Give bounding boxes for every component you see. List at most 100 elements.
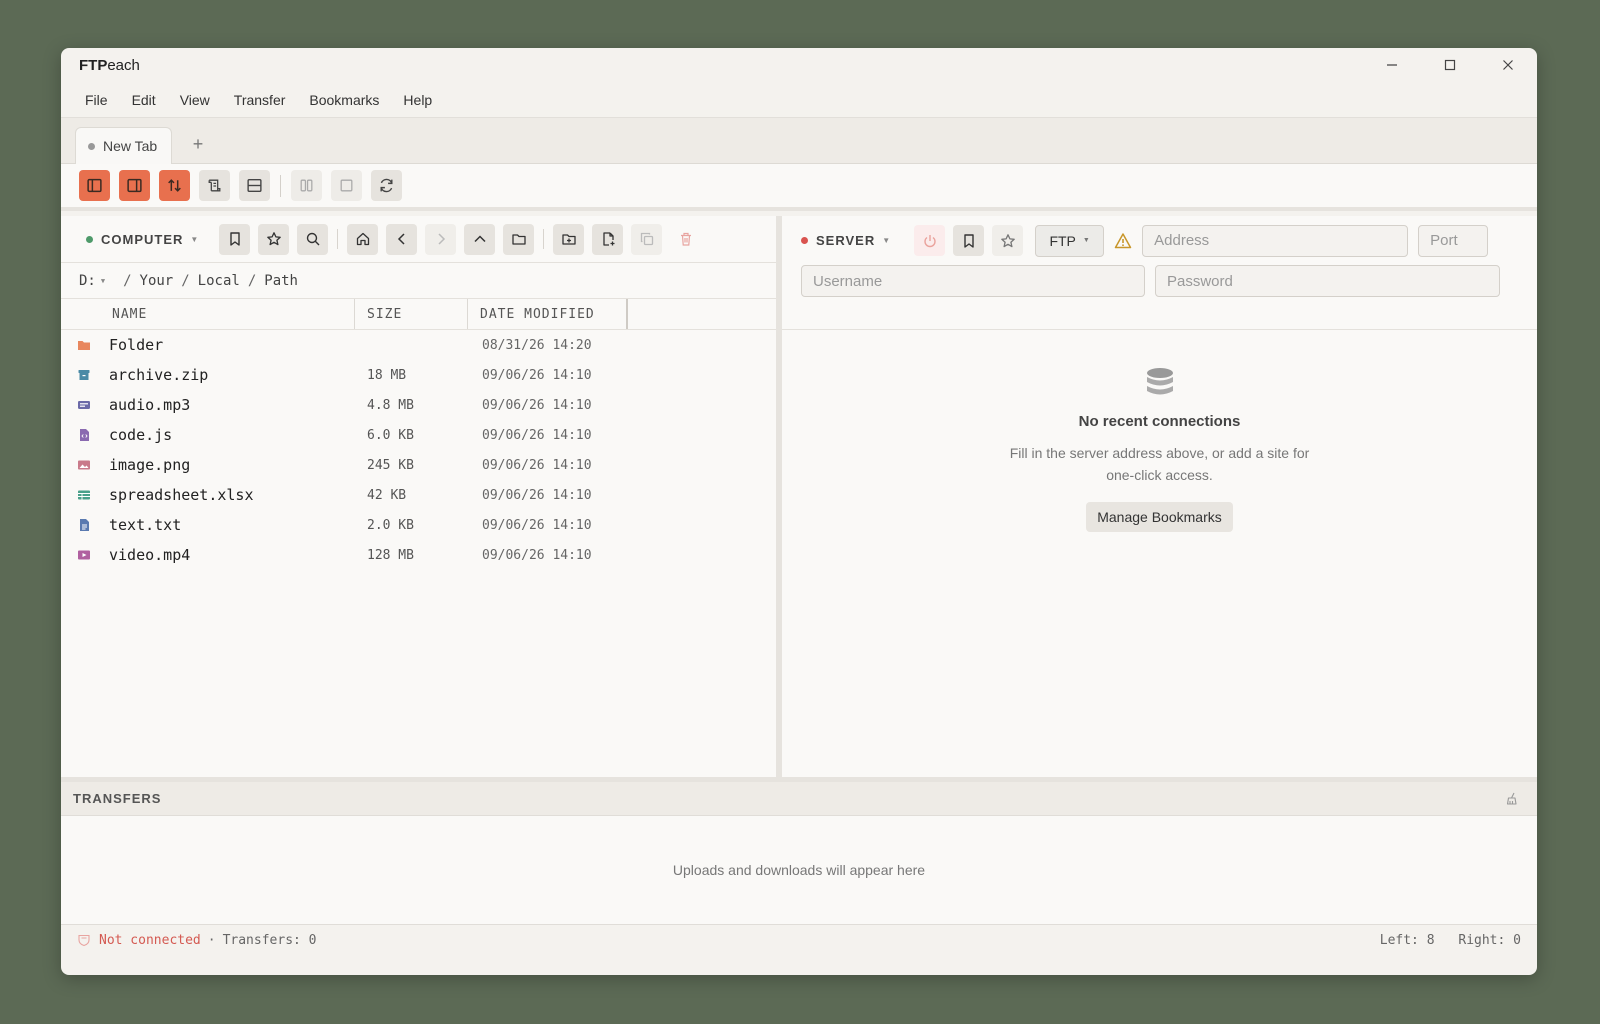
breadcrumb-segment[interactable]: Your — [140, 273, 174, 289]
connection-status: Not connected — [99, 932, 201, 948]
transfer-arrows-icon — [168, 179, 181, 192]
file-name: text.txt — [109, 516, 182, 534]
local-search-button[interactable] — [297, 223, 329, 255]
tab-new-tab[interactable]: New Tab — [75, 127, 172, 164]
back-button[interactable] — [386, 223, 418, 255]
breadcrumb: D: ▼ / Your / Local / Path — [61, 263, 776, 299]
file-name: archive.zip — [109, 366, 209, 384]
local-location-label[interactable]: COMPUTER — [101, 232, 183, 247]
breadcrumb-segment[interactable]: Local — [198, 273, 240, 289]
local-favorite-button[interactable] — [258, 223, 290, 255]
bookmark-icon — [963, 233, 974, 248]
parent-folder-button[interactable] — [464, 223, 496, 255]
empty-state-title: No recent connections — [1078, 413, 1241, 430]
app-title: FTPeach — [79, 56, 140, 74]
image-icon — [78, 460, 90, 470]
menu-bookmarks[interactable]: Bookmarks — [297, 88, 391, 112]
add-tab-button[interactable]: + — [172, 126, 224, 163]
file-row[interactable]: video.mp4 128 MB 09/06/26 14:10 — [61, 540, 776, 570]
chevron-down-icon[interactable]: ▼ — [190, 235, 198, 244]
window-controls — [1363, 48, 1537, 82]
drive-selector[interactable]: D: — [79, 273, 96, 289]
transfer-count: Transfers: 0 — [222, 932, 317, 948]
star-icon — [266, 232, 281, 246]
menu-file[interactable]: File — [73, 88, 120, 112]
chevron-up-icon — [474, 235, 486, 243]
breadcrumb-segment[interactable]: Path — [264, 273, 298, 289]
menu-view[interactable]: View — [168, 88, 222, 112]
trash-icon — [680, 232, 691, 246]
file-row[interactable]: text.txt 2.0 KB 09/06/26 14:10 — [61, 510, 776, 540]
server-status-dot — [801, 237, 808, 244]
server-favorite-button[interactable] — [992, 225, 1024, 256]
transfers-empty-text: Uploads and downloads will appear here — [672, 862, 926, 878]
file-row[interactable]: audio.mp3 4.8 MB 09/06/26 14:10 — [61, 390, 776, 420]
port-input[interactable] — [1418, 224, 1489, 257]
refresh-button[interactable] — [371, 170, 402, 201]
close-button[interactable] — [1479, 48, 1537, 82]
spreadsheet-icon — [78, 490, 90, 500]
video-icon — [78, 550, 90, 560]
file-date: 09/06/26 14:10 — [482, 397, 592, 413]
file-date: 09/06/26 14:10 — [482, 487, 592, 503]
file-name: spreadsheet.xlsx — [109, 486, 254, 504]
split-horizontal-button[interactable] — [239, 170, 270, 201]
empty-state: No recent connections Fill in the server… — [782, 366, 1537, 532]
left-pane-icon — [87, 178, 102, 193]
file-row[interactable]: spreadsheet.xlsx 42 KB 09/06/26 14:10 — [61, 480, 776, 510]
toggle-right-pane-button[interactable] — [119, 170, 150, 201]
connect-button[interactable] — [914, 225, 946, 256]
maximize-button[interactable] — [1421, 48, 1479, 82]
protocol-select[interactable]: FTP ▼ — [1035, 224, 1105, 257]
open-folder-button[interactable] — [503, 223, 535, 255]
file-size: 2.0 KB — [367, 517, 414, 533]
file-size: 6.0 KB — [367, 427, 414, 443]
code-icon — [80, 429, 89, 441]
toggle-transfers-button[interactable] — [159, 170, 190, 201]
file-row[interactable]: Folder 08/31/26 14:20 — [61, 330, 776, 360]
server-bookmark-button[interactable] — [953, 225, 985, 256]
column-header-name[interactable]: NAME — [61, 299, 355, 329]
menu-edit[interactable]: Edit — [120, 88, 168, 112]
menu-bar: File Edit View Transfer Bookmarks Help — [61, 82, 1537, 118]
delete-button[interactable] — [670, 224, 701, 255]
file-row[interactable]: image.png 245 KB 09/06/26 14:10 — [61, 450, 776, 480]
home-button[interactable] — [347, 223, 379, 255]
chevron-down-icon[interactable]: ▼ — [101, 277, 105, 285]
minimize-button[interactable] — [1363, 48, 1421, 82]
forward-button[interactable] — [425, 223, 457, 255]
search-icon — [306, 232, 320, 246]
file-date: 09/06/26 14:10 — [482, 457, 592, 473]
file-name: Folder — [109, 336, 164, 354]
audio-icon — [78, 401, 90, 409]
refresh-icon — [380, 178, 393, 193]
folder-icon — [78, 341, 90, 350]
column-header-size[interactable]: SIZE — [355, 299, 468, 329]
log-button[interactable] — [199, 170, 230, 201]
panes: COMPUTER ▼ D: ▼ / Your / Local / Path NA… — [61, 216, 1537, 777]
manage-bookmarks-button[interactable]: Manage Bookmarks — [1086, 502, 1233, 532]
file-size: 18 MB — [367, 367, 407, 383]
new-folder-button[interactable] — [553, 223, 585, 255]
username-input[interactable] — [801, 265, 1145, 297]
column-header-date[interactable]: DATE MODIFIED — [468, 299, 628, 329]
toggle-left-pane-button[interactable] — [79, 170, 110, 201]
file-row[interactable]: code.js 6.0 KB 09/06/26 14:10 — [61, 420, 776, 450]
new-file-button[interactable] — [592, 223, 624, 255]
menu-help[interactable]: Help — [391, 88, 444, 112]
transfers-panel: TRANSFERS Uploads and downloads will app… — [61, 777, 1537, 924]
menu-transfer[interactable]: Transfer — [222, 88, 298, 112]
chevron-down-icon[interactable]: ▼ — [882, 236, 890, 245]
address-input[interactable] — [1142, 224, 1409, 257]
file-date: 08/31/26 14:20 — [482, 337, 592, 353]
file-plus-icon — [603, 232, 615, 246]
server-location-label[interactable]: SERVER — [816, 233, 875, 248]
file-row[interactable]: archive.zip 18 MB 09/06/26 14:10 — [61, 360, 776, 390]
stop-button[interactable] — [331, 170, 362, 201]
password-input[interactable] — [1155, 265, 1500, 297]
broom-icon[interactable] — [1505, 792, 1519, 806]
local-bookmark-button[interactable] — [219, 223, 251, 255]
copy-button[interactable] — [631, 223, 663, 255]
right-pane-icon — [127, 178, 142, 193]
compare-columns-button[interactable] — [291, 170, 322, 201]
